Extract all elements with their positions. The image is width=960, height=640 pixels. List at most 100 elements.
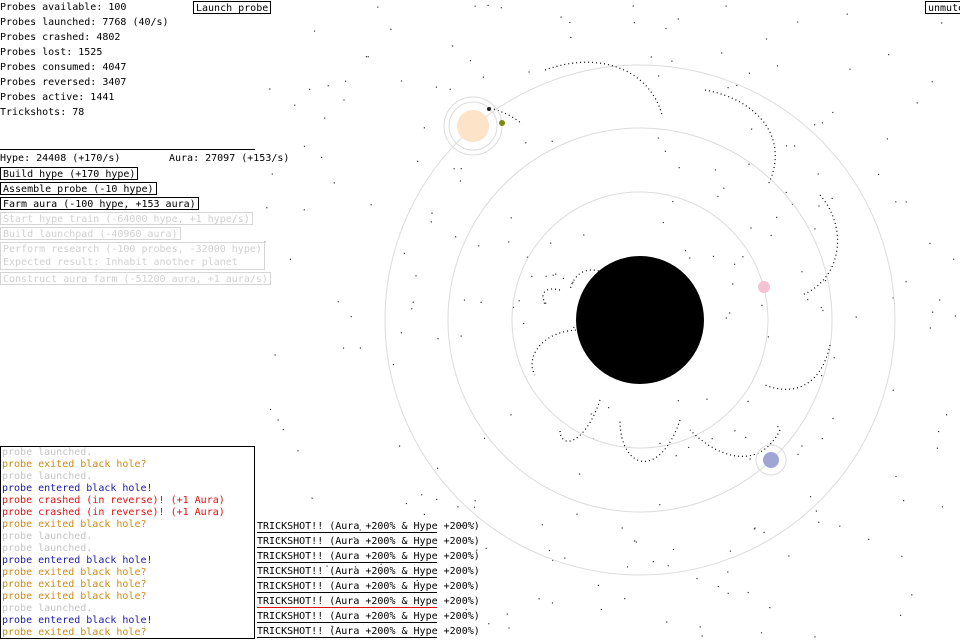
perform-research-button[interactable]: Perform research (-100 probes, -32000 hy…: [0, 242, 265, 270]
star: [510, 217, 512, 219]
star: [727, 592, 729, 594]
star: [801, 445, 803, 447]
star: [797, 21, 799, 23]
star: [814, 228, 816, 230]
construct-aura-farm-button[interactable]: Construct aura farm (-51200 aura, +1 aur…: [0, 272, 271, 285]
star: [453, 168, 455, 170]
research-label: Perform research (-100 probes, -32000 hy…: [3, 244, 262, 255]
stat-trickshots: Trickshots: 78: [0, 107, 85, 118]
star: [417, 160, 419, 162]
log-entry: probe crashed (in reverse)! (+1 Aura): [2, 495, 225, 506]
probe-trail: [619, 419, 681, 462]
moon: [499, 120, 505, 126]
star: [590, 413, 592, 415]
stat-probes-consumed: Probes consumed: 4047: [0, 62, 127, 73]
build-hype-button[interactable]: Build hype (+170 hype): [0, 167, 139, 180]
trickshot-notice: TRICKSHOT!! (Aura +200% & Hype +200%): [257, 611, 480, 623]
star: [455, 236, 457, 238]
star: [821, 438, 823, 440]
star: [635, 541, 637, 543]
star: [717, 586, 719, 588]
star: [689, 257, 691, 259]
star: [797, 453, 799, 455]
star: [525, 142, 527, 144]
hype-train-button[interactable]: Start hype train (-64000 hype, +1 hype/s…: [0, 212, 253, 225]
star: [474, 500, 476, 502]
log-entry: probe crashed (in reverse)! (+1 Aura): [2, 507, 225, 518]
star: [473, 506, 476, 508]
stat-probes-lost: Probes lost: 1525: [0, 47, 103, 58]
star: [480, 301, 482, 303]
star: [621, 527, 623, 529]
build-launchpad-button[interactable]: Build launchpad (-40960 aura): [0, 227, 181, 240]
star: [626, 566, 629, 568]
trickshot-notice: TRICKSHOT!! (Aura +200% & Hype +200%): [257, 536, 480, 548]
star: [528, 71, 530, 73]
star: [579, 473, 581, 475]
star: [541, 524, 543, 526]
star: [684, 250, 687, 252]
star: [460, 335, 462, 337]
star: [465, 608, 467, 611]
star: [624, 598, 626, 600]
star: [916, 102, 918, 104]
black-hole: [576, 256, 704, 384]
star: [675, 455, 677, 457]
star: [333, 182, 335, 184]
star: [483, 437, 486, 439]
farm-aura-button[interactable]: Farm aura (-100 hype, +153 aura): [0, 197, 199, 210]
star: [390, 28, 392, 30]
blue-planet[interactable]: [763, 452, 779, 468]
star: [327, 85, 329, 87]
star: [399, 445, 401, 447]
star: [652, 561, 654, 563]
star: [821, 375, 823, 377]
event-log[interactable]: probe launched. probe exited black hole? p…: [0, 446, 255, 639]
star: [403, 252, 405, 254]
star: [901, 555, 903, 557]
star: [855, 316, 857, 318]
star: [269, 88, 271, 90]
star: [701, 635, 703, 637]
star: [551, 140, 553, 142]
star: [271, 173, 273, 175]
assemble-probe-button[interactable]: Assemble probe (-10 hype): [0, 182, 157, 195]
star: [886, 138, 888, 140]
star: [452, 45, 454, 47]
trickshot-notice: TRICKSHOT!! (Aura +200% & Hype +200%): [257, 521, 480, 533]
star: [750, 227, 752, 229]
unmute-button[interactable]: unmute: [925, 1, 960, 14]
star: [832, 417, 834, 420]
star: [572, 281, 574, 283]
aura-counter: Aura: 27097 (+153/s): [169, 153, 290, 164]
star: [289, 258, 291, 260]
star: [543, 302, 545, 304]
probe-trail: [559, 399, 601, 442]
star: [717, 195, 719, 198]
star: [809, 496, 812, 498]
star: [747, 591, 749, 594]
star: [929, 327, 931, 329]
trickshot-notice: TRICKSHOT!! (Aura +200% & Hype +200%): [257, 596, 480, 608]
star: [562, 277, 564, 279]
star: [911, 594, 913, 596]
star: [678, 167, 680, 169]
star: [677, 400, 679, 402]
pink-planet[interactable]: [758, 281, 770, 293]
star: [699, 626, 701, 628]
trickshot-notice: TRICKSHOT!! (Aura +200% & Hype +200%): [257, 566, 480, 578]
star: [892, 389, 894, 391]
home-planet[interactable]: [457, 110, 489, 142]
log-entry: probe exited black hole?: [2, 579, 147, 590]
star: [849, 68, 851, 70]
star: [736, 84, 738, 87]
star: [324, 117, 326, 119]
star: [573, 326, 575, 329]
log-entry: probe exited black hole?: [2, 459, 147, 470]
star: [657, 137, 659, 139]
star: [723, 187, 725, 189]
launch-probe-button[interactable]: Launch probe: [193, 1, 272, 14]
star: [488, 623, 490, 625]
star: [953, 258, 955, 260]
star: [938, 430, 940, 433]
